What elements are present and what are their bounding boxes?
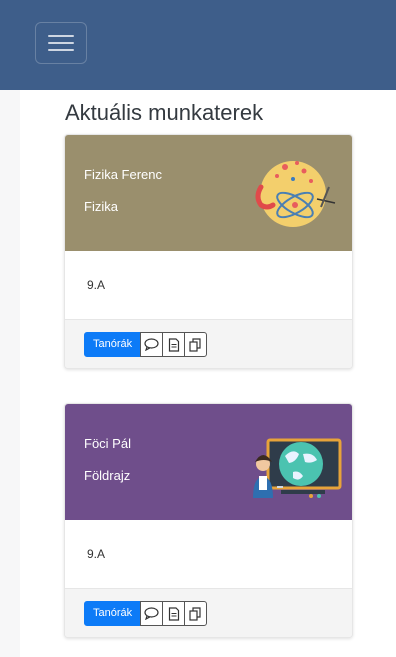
physics-atom-illustration — [255, 161, 336, 227]
card-subject-name: Fizika — [84, 199, 118, 214]
chat-button[interactable] — [140, 332, 164, 357]
document-icon — [168, 606, 179, 621]
hamburger-icon — [48, 49, 74, 51]
hamburger-icon — [48, 35, 74, 37]
page-title: Aktuális munkaterek — [65, 100, 264, 125]
card-body[interactable]: 9.A — [65, 251, 352, 320]
card-teacher-name: Fizika Ferenc — [84, 167, 163, 182]
card-header[interactable]: Fizika Ferenc Fizika — [65, 135, 352, 251]
copy-button[interactable] — [184, 601, 208, 626]
chat-button[interactable] — [140, 601, 164, 626]
copy-button[interactable] — [184, 332, 208, 357]
menu-toggle-button[interactable] — [35, 22, 87, 64]
workspace-card: Föci Pál Földrajz 9.A Tanórák — [64, 403, 353, 638]
card-class-name: 9.A — [87, 278, 106, 292]
card-body[interactable]: 9.A — [65, 520, 352, 589]
lessons-button[interactable]: Tanórák — [84, 332, 142, 357]
document-icon — [168, 337, 179, 352]
card-footer: Tanórák — [65, 320, 352, 368]
card-class-name: 9.A — [87, 547, 106, 561]
document-button[interactable] — [162, 332, 186, 357]
hamburger-icon — [48, 42, 74, 44]
card-subject-name: Földrajz — [84, 468, 131, 483]
chat-icon — [144, 338, 159, 351]
card-header[interactable]: Föci Pál Földrajz — [65, 404, 352, 520]
copy-icon — [189, 337, 201, 352]
workspace-card: Fizika Ferenc Fizika 9.A Tanórák — [64, 134, 353, 369]
lessons-button[interactable]: Tanórák — [84, 601, 142, 626]
document-button[interactable] — [162, 601, 186, 626]
card-footer: Tanórák — [65, 589, 352, 637]
copy-icon — [189, 606, 201, 621]
card-action-group: Tanórák — [84, 332, 208, 357]
top-navbar — [0, 0, 396, 90]
geography-teacher-illustration — [253, 438, 342, 498]
card-action-group: Tanórák — [84, 601, 208, 626]
chat-icon — [144, 607, 159, 620]
card-teacher-name: Föci Pál — [84, 436, 131, 451]
